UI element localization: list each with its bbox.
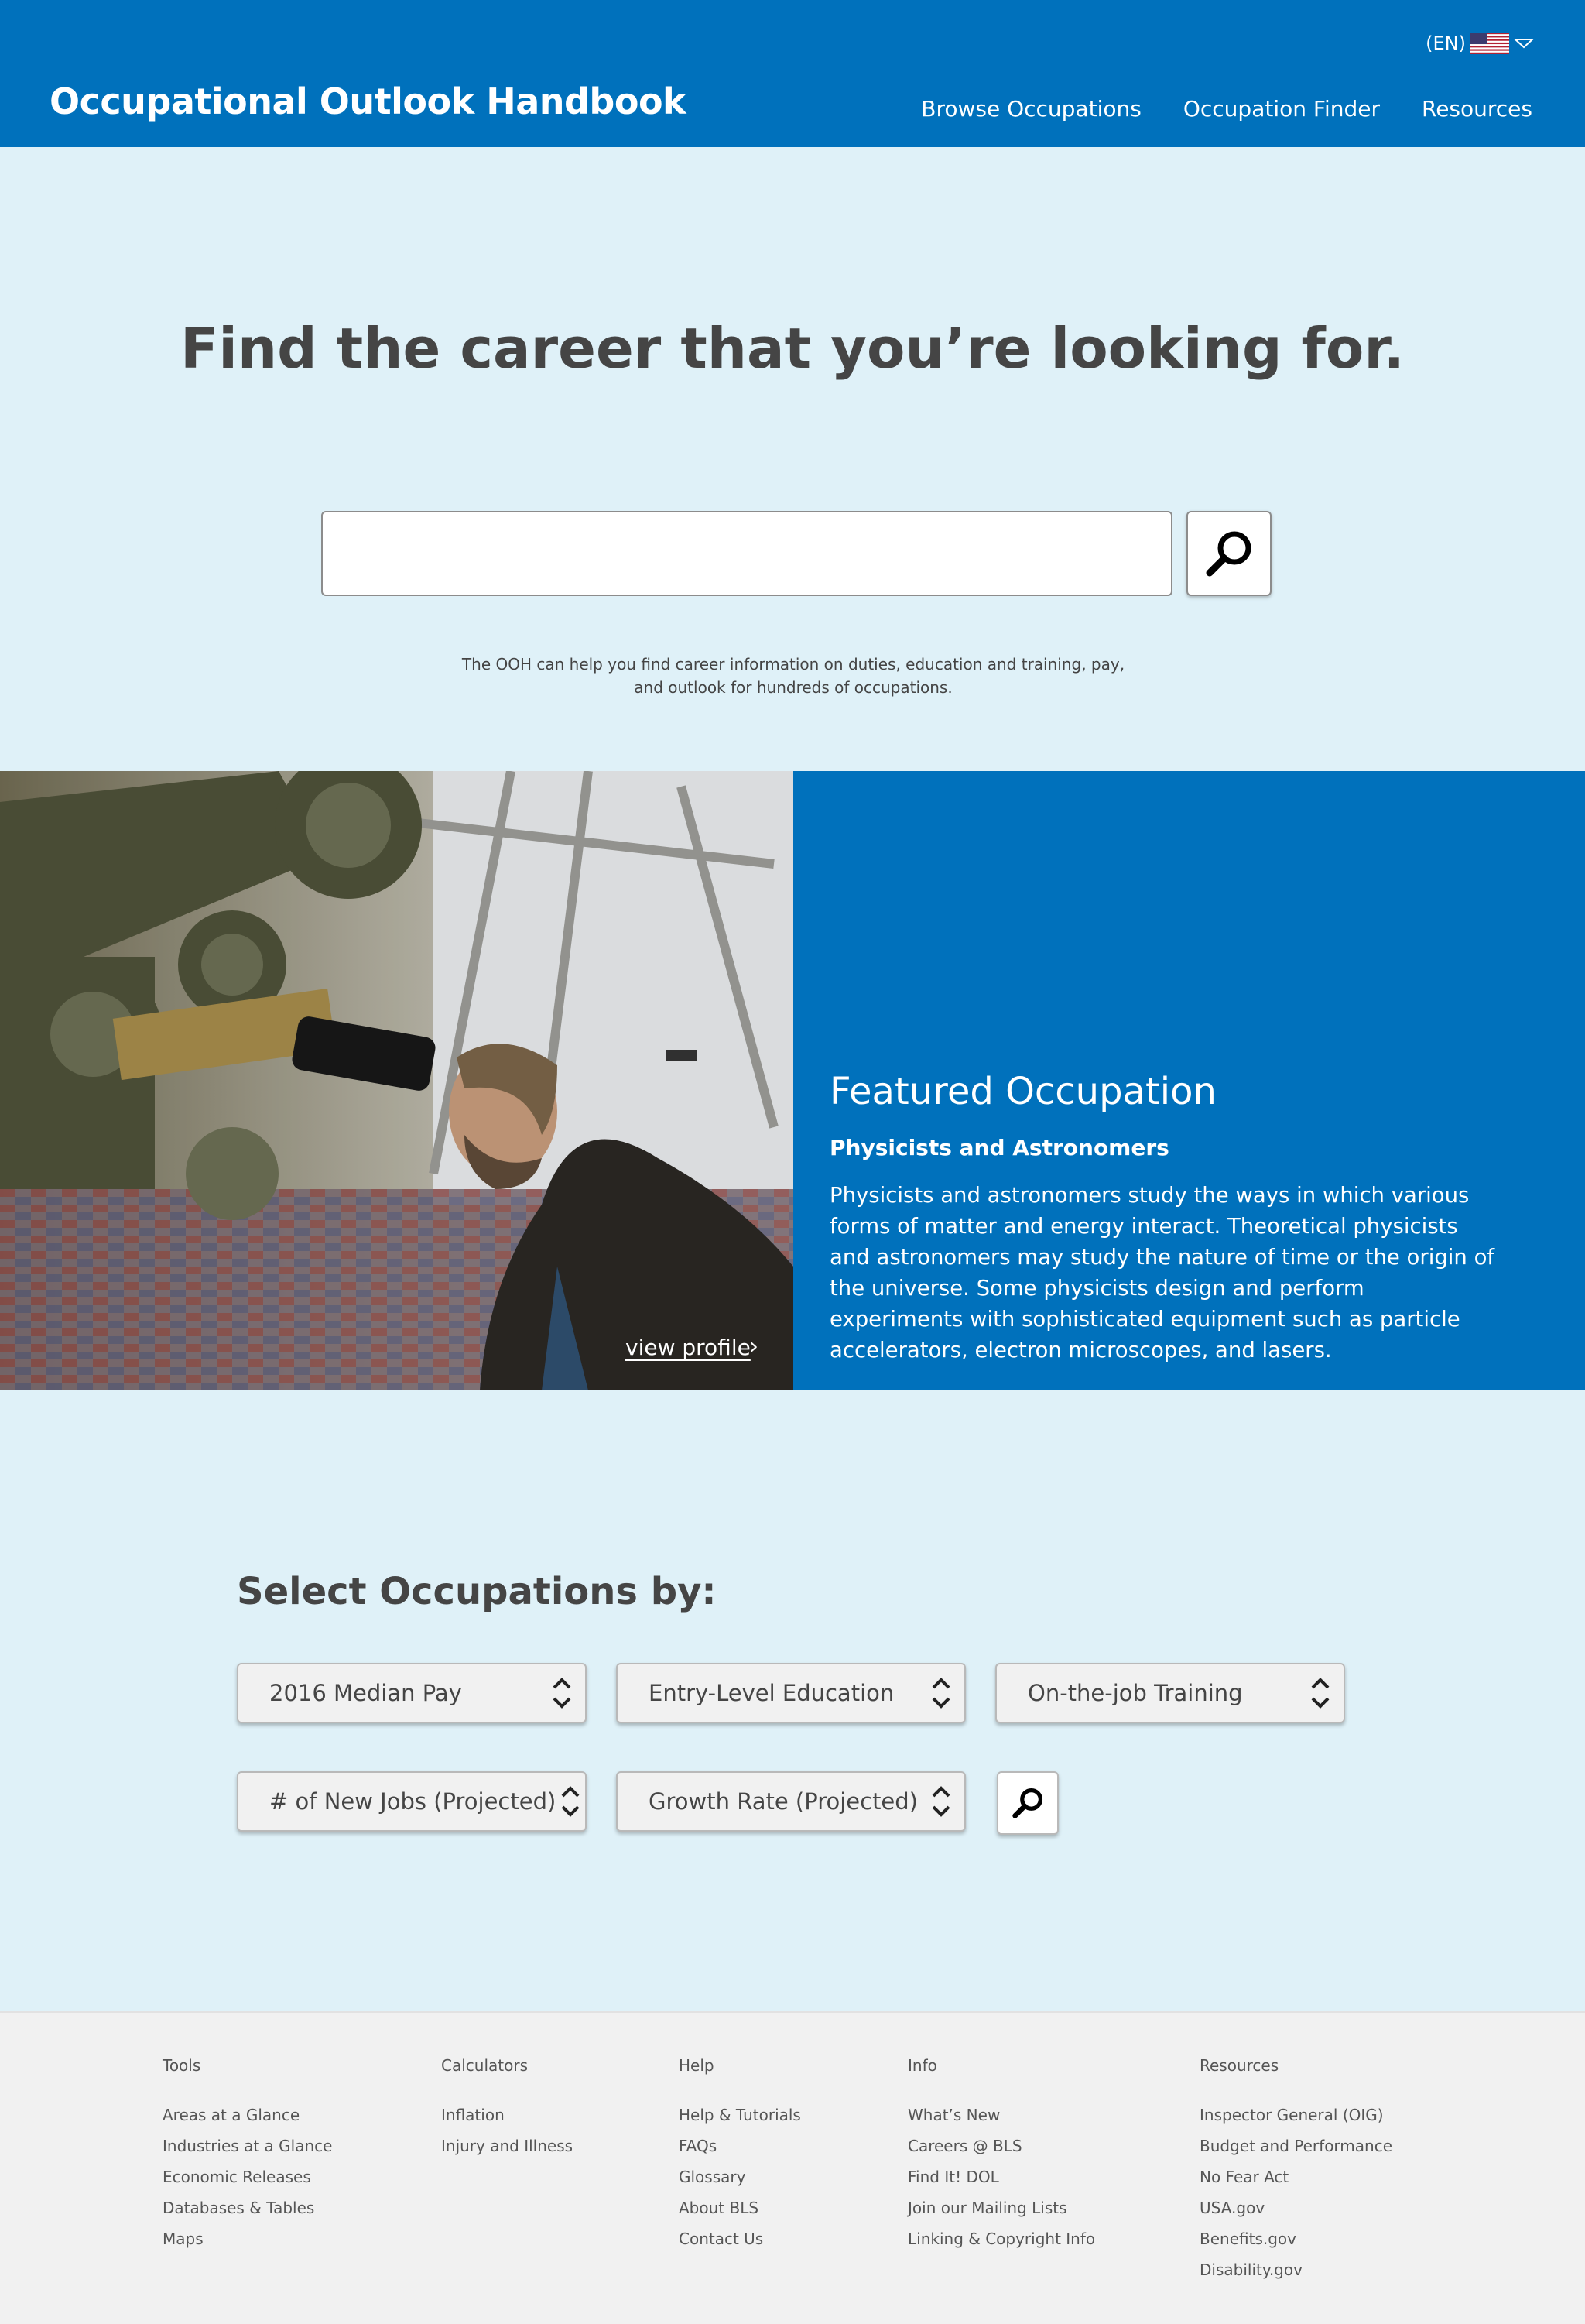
occupation-filter-search-button[interactable] <box>997 1771 1059 1835</box>
dropdown-label: Growth Rate (Projected) <box>649 1788 918 1815</box>
footer-link[interactable]: Databases & Tables <box>163 2192 332 2223</box>
updown-arrows-icon <box>918 1778 964 1825</box>
featured-occupation-panel: Featured Occupation Physicists and Astro… <box>793 771 1585 1390</box>
nav-resources[interactable]: Resources <box>1422 96 1532 122</box>
footer-column-calculators: Calculators Inflation Injury and Illness <box>441 2056 573 2161</box>
footer-link[interactable]: Glossary <box>679 2161 801 2192</box>
footer-link[interactable]: Careers @ BLS <box>908 2130 1095 2161</box>
site-title[interactable]: Occupational Outlook Handbook <box>50 81 686 122</box>
hero-title: Find the career that you’re looking for. <box>180 316 1405 381</box>
footer-link[interactable]: About BLS <box>679 2192 801 2223</box>
footer-link[interactable]: USA.gov <box>1200 2192 1392 2223</box>
footer-link[interactable]: Join our Mailing Lists <box>908 2192 1095 2223</box>
search-button[interactable] <box>1186 511 1272 596</box>
footer-column-title: Resources <box>1200 2056 1279 2075</box>
new-jobs-select[interactable]: # of New Jobs (Projected) <box>237 1771 587 1832</box>
footer-column-title: Calculators <box>441 2056 528 2075</box>
footer-column-title: Info <box>908 2056 937 2075</box>
featured-heading: Featured Occupation <box>830 1070 1217 1113</box>
footer-column-resources: Resources Inspector General (OIG) Budget… <box>1200 2056 1392 2285</box>
caret-down-icon <box>1514 39 1534 49</box>
footer-link[interactable]: Contact Us <box>679 2223 801 2254</box>
view-profile-link[interactable]: view profile <box>625 1335 751 1360</box>
updown-arrows-icon <box>918 1670 964 1716</box>
footer-link[interactable]: Budget and Performance <box>1200 2130 1392 2161</box>
nav-browse-occupations[interactable]: Browse Occupations <box>921 96 1142 122</box>
dropdown-label: On-the-job Training <box>1028 1680 1243 1706</box>
site-header: (EN) Occupational Outlook Handbook Brows… <box>0 0 1585 147</box>
footer-column-info: Info What’s New Careers @ BLS Find It! D… <box>908 2056 1095 2254</box>
language-selector[interactable]: (EN) <box>1426 33 1534 54</box>
footer-link[interactable]: Linking & Copyright Info <box>908 2223 1095 2254</box>
on-the-job-training-select[interactable]: On-the-job Training <box>995 1663 1345 1723</box>
footer-link[interactable]: No Fear Act <box>1200 2161 1392 2192</box>
median-pay-select[interactable]: 2016 Median Pay <box>237 1663 587 1723</box>
main-nav: Browse Occupations Occupation Finder Res… <box>921 96 1532 122</box>
featured-occupation-photo <box>0 771 793 1390</box>
footer-column-title: Tools <box>163 2056 201 2075</box>
footer-link[interactable]: FAQs <box>679 2130 801 2161</box>
footer-link[interactable]: Maps <box>163 2223 332 2254</box>
entry-level-education-select[interactable]: Entry-Level Education <box>616 1663 966 1723</box>
footer-link[interactable]: What’s New <box>908 2099 1095 2130</box>
search-icon <box>1206 531 1251 577</box>
footer-link[interactable]: Benefits.gov <box>1200 2223 1392 2254</box>
dropdown-label: Entry-Level Education <box>649 1680 895 1706</box>
footer-link[interactable]: Inflation <box>441 2099 573 2130</box>
language-label: (EN) <box>1426 33 1466 54</box>
footer-link[interactable]: Disability.gov <box>1200 2254 1392 2285</box>
footer-link[interactable]: Areas at a Glance <box>163 2099 332 2130</box>
chevron-right-icon: › <box>749 1333 758 1360</box>
footer-link[interactable]: Injury and Illness <box>441 2130 573 2161</box>
updown-arrows-icon <box>1297 1670 1344 1716</box>
us-flag-icon <box>1470 33 1509 54</box>
featured-occupation-name[interactable]: Physicists and Astronomers <box>830 1135 1169 1160</box>
dropdown-label: # of New Jobs (Projected) <box>269 1788 556 1815</box>
footer-link[interactable]: Economic Releases <box>163 2161 332 2192</box>
footer-link[interactable]: Help & Tutorials <box>679 2099 801 2130</box>
search-icon <box>1012 1788 1043 1818</box>
footer-link[interactable]: Find It! DOL <box>908 2161 1095 2192</box>
footer-link[interactable]: Inspector General (OIG) <box>1200 2099 1392 2130</box>
footer-link[interactable]: Industries at a Glance <box>163 2130 332 2161</box>
updown-arrows-icon <box>556 1778 585 1825</box>
featured-description: Physicists and astronomers study the way… <box>830 1183 1495 1363</box>
updown-arrows-icon <box>539 1670 585 1716</box>
select-occupations-heading: Select Occupations by: <box>237 1570 717 1613</box>
dropdown-label: 2016 Median Pay <box>269 1680 462 1706</box>
career-search-input[interactable] <box>321 511 1172 596</box>
footer-column-tools: Tools Areas at a Glance Industries at a … <box>163 2056 332 2254</box>
nav-occupation-finder[interactable]: Occupation Finder <box>1183 96 1380 122</box>
hero-description: The OOH can help you find career informa… <box>461 655 1125 697</box>
site-footer: Tools Areas at a Glance Industries at a … <box>0 2011 1585 2324</box>
footer-column-help: Help Help & Tutorials FAQs Glossary Abou… <box>679 2056 801 2254</box>
growth-rate-select[interactable]: Growth Rate (Projected) <box>616 1771 966 1832</box>
footer-column-title: Help <box>679 2056 714 2075</box>
